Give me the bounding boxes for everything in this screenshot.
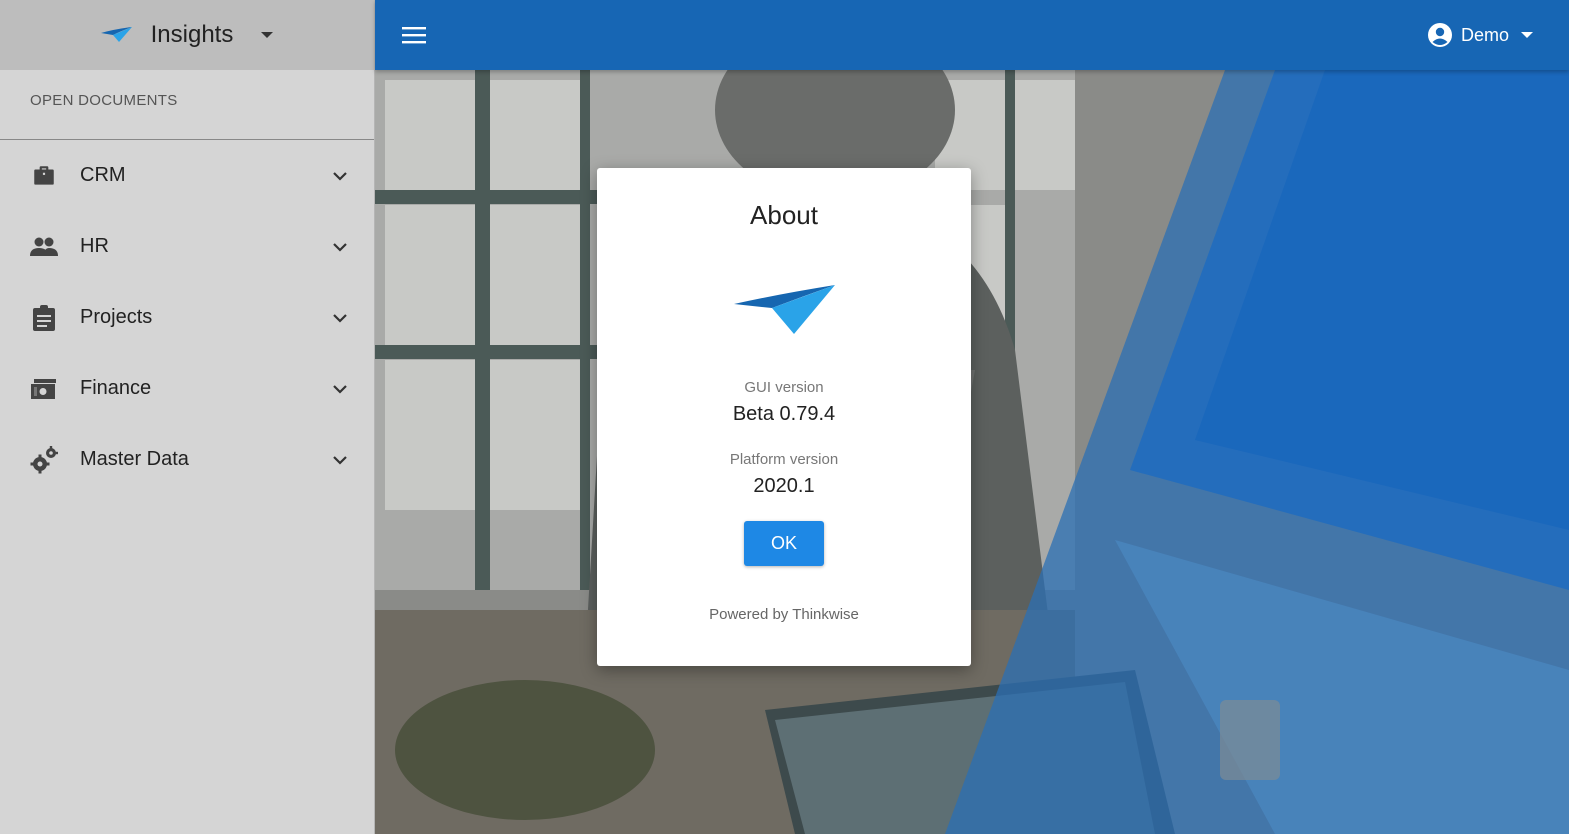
sidebar-item-label: HR	[80, 235, 109, 257]
sidebar-item-label: Master Data	[80, 448, 189, 470]
app-logo-icon	[734, 285, 835, 334]
chevron-down-icon	[333, 455, 347, 465]
platform-version-value: 2020.1	[753, 475, 815, 497]
gui-version-label: GUI version	[744, 379, 824, 396]
chevron-down-icon	[333, 384, 347, 394]
sidebar: Insights OPEN DOCUMENTS CRM HR Projects	[0, 0, 375, 834]
money-icon	[30, 375, 58, 403]
caret-down-icon	[261, 32, 274, 38]
sidebar-item-label: Projects	[80, 306, 153, 328]
user-menu[interactable]: Demo	[1427, 22, 1533, 48]
powered-by-text: Powered by Thinkwise	[709, 606, 859, 623]
app-window: Insights OPEN DOCUMENTS CRM HR Projects	[0, 0, 1569, 834]
top-bar: Demo	[375, 0, 1569, 70]
gears-icon	[30, 445, 58, 474]
sidebar-item-projects[interactable]: Projects	[0, 282, 374, 353]
about-dialog: About GUI version Beta 0.79.4 Platform v…	[597, 168, 971, 666]
chevron-down-icon	[333, 242, 347, 252]
sidebar-item-label: CRM	[80, 164, 126, 186]
app-title: Insights	[150, 21, 234, 48]
open-documents-label: OPEN DOCUMENTS	[0, 70, 374, 140]
dialog-title: About	[750, 200, 818, 230]
sidebar-item-hr[interactable]: HR	[0, 211, 374, 282]
clipboard-icon	[30, 304, 58, 332]
people-icon	[30, 233, 58, 261]
platform-version-label: Platform version	[729, 451, 839, 468]
caret-down-icon	[1521, 32, 1533, 38]
user-name: Demo	[1460, 24, 1509, 45]
ok-button[interactable]: OK	[744, 521, 824, 566]
briefcase-icon	[30, 162, 58, 190]
app-logo-icon	[100, 27, 132, 42]
chevron-down-icon	[333, 313, 347, 323]
gui-version-value: Beta 0.79.4	[732, 403, 836, 425]
sidebar-item-label: Finance	[80, 377, 152, 399]
sidebar-item-finance[interactable]: Finance	[0, 353, 374, 424]
app-switcher[interactable]: Insights	[0, 0, 374, 70]
sidebar-item-master-data[interactable]: Master Data	[0, 424, 374, 495]
chevron-down-icon	[333, 171, 347, 181]
account-icon	[1427, 23, 1452, 47]
background-image	[375, 70, 1569, 834]
hamburger-menu-icon[interactable]	[401, 23, 427, 47]
sidebar-item-crm[interactable]: CRM	[0, 140, 374, 211]
